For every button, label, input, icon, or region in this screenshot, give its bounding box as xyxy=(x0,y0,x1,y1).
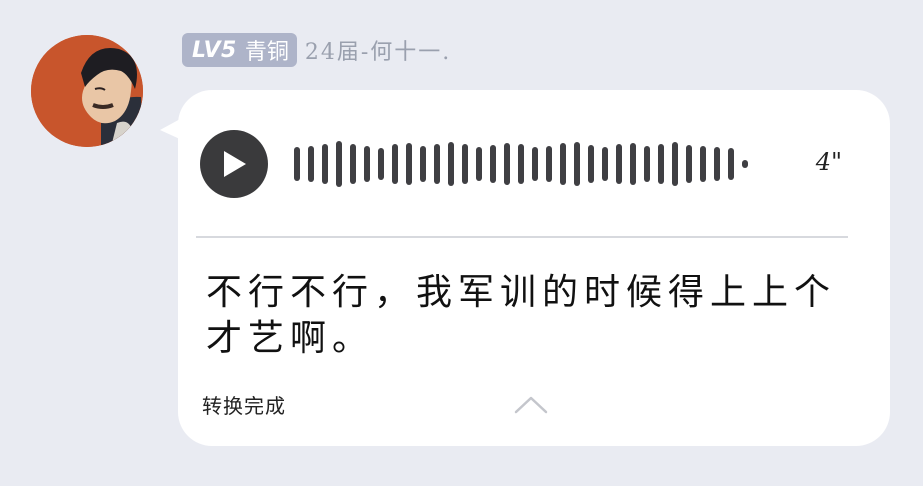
waveform-bar xyxy=(392,144,398,184)
divider xyxy=(196,236,848,238)
waveform-bar xyxy=(350,144,356,184)
waveform-bar xyxy=(644,146,650,182)
play-icon xyxy=(224,151,246,177)
waveform-bar xyxy=(420,146,426,182)
waveform-bar xyxy=(560,143,566,185)
waveform-bar xyxy=(602,147,608,181)
waveform-bar xyxy=(616,144,622,184)
waveform[interactable] xyxy=(294,138,756,190)
waveform-bar xyxy=(686,145,692,183)
sender-nickname[interactable]: 24届-何十一. xyxy=(305,34,451,66)
waveform-bar xyxy=(742,160,748,168)
chevron-up-icon xyxy=(514,396,548,414)
waveform-bar xyxy=(672,142,678,186)
waveform-bar xyxy=(518,144,524,184)
level-label: LV5 xyxy=(192,37,237,63)
play-button[interactable] xyxy=(200,130,268,198)
waveform-bar xyxy=(476,147,482,181)
voice-message-bubble[interactable]: 4" 不行不行，我军训的时候得上上个才艺啊。 转换完成 xyxy=(178,90,890,446)
waveform-bar xyxy=(336,141,342,187)
waveform-bar xyxy=(322,144,328,184)
level-badge[interactable]: LV5 青铜 xyxy=(182,33,297,67)
avatar[interactable] xyxy=(31,35,143,147)
waveform-bar xyxy=(434,144,440,184)
waveform-bar xyxy=(714,147,720,181)
waveform-bar xyxy=(378,148,384,180)
transcription-status: 转换完成 xyxy=(202,394,286,418)
waveform-bar xyxy=(406,143,412,185)
waveform-bar xyxy=(308,146,314,182)
collapse-transcript-button[interactable] xyxy=(514,394,548,418)
waveform-bar xyxy=(546,146,552,182)
waveform-bar xyxy=(462,144,468,184)
rank-label: 青铜 xyxy=(244,40,289,65)
message-header: LV5 青铜 24届-何十一. xyxy=(182,33,451,67)
waveform-bar xyxy=(588,145,594,183)
voice-duration: 4" xyxy=(815,148,842,176)
waveform-bar xyxy=(630,143,636,185)
waveform-bar xyxy=(294,147,300,181)
waveform-bar xyxy=(504,143,510,185)
waveform-bar xyxy=(532,147,538,181)
waveform-bar xyxy=(448,142,454,186)
waveform-bar xyxy=(364,146,370,182)
voice-transcript[interactable]: 不行不行，我军训的时候得上上个才艺啊。 xyxy=(206,270,866,362)
waveform-bar xyxy=(490,145,496,183)
waveform-bar xyxy=(700,146,706,182)
waveform-bar xyxy=(728,148,734,180)
waveform-bar xyxy=(658,144,664,184)
avatar-illustration xyxy=(31,35,143,147)
waveform-bar xyxy=(574,142,580,186)
